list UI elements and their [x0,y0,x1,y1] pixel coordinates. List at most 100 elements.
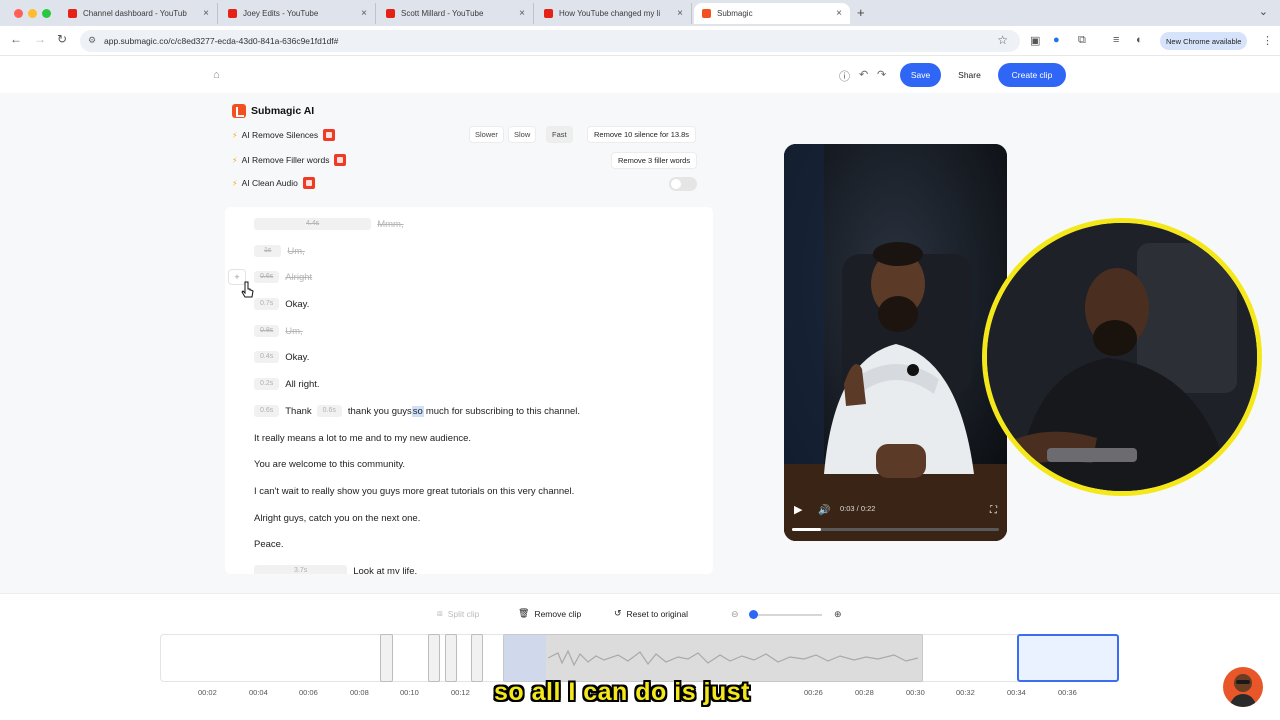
close-tab-icon[interactable]: × [519,8,525,19]
transcript-line[interactable]: 3.7s Look at my life. [254,564,417,574]
close-tab-icon[interactable]: × [203,8,209,19]
clean-audio-toggle[interactable] [669,177,697,191]
transcript-line[interactable]: 0.8s Um, [254,324,303,338]
browser-tab[interactable]: How YouTube changed my li × [536,3,692,24]
audio-waveform [548,649,918,667]
transcript-line[interactable]: 0.4s Okay. [254,350,309,364]
timeline-clip[interactable] [428,634,440,682]
zoom-slider[interactable] [752,614,822,616]
speed-option-fast[interactable]: Fast [546,126,573,143]
end-clip[interactable] [1017,634,1119,682]
close-tab-icon[interactable]: × [677,8,683,19]
time-tick: 00:10 [400,688,419,697]
video-preview[interactable]: ▶ 🔊 0:03 / 0:22 ⛶ [784,144,1007,541]
url-text: app.submagic.co/c/c8ed3277-ecda-43d0-841… [104,36,339,46]
new-tab-icon[interactable]: + [857,5,865,20]
forward-icon[interactable]: → [34,32,46,46]
chrome-menu-icon[interactable]: ⋮ [1262,34,1273,47]
close-window-button[interactable] [14,9,23,18]
address-bar[interactable]: ⚙ app.submagic.co/c/c8ed3277-ecda-43d0-8… [80,30,1020,52]
redo-icon[interactable]: ↷ [877,68,886,81]
home-icon[interactable]: ⌂ [213,69,220,81]
back-icon[interactable]: ← [10,32,22,46]
create-clip-button[interactable]: Create clip [998,63,1066,87]
pause-chip[interactable]: 0.6s [254,405,280,417]
zoom-in-icon[interactable]: ⊕ [834,609,842,620]
undo-icon[interactable]: ↶ [859,68,868,81]
close-tab-icon[interactable]: × [836,8,842,19]
speed-option-slow[interactable]: Slow [508,126,537,143]
transcript-line[interactable]: Alright guys, catch you on the next one. [254,511,420,525]
pause-chip[interactable]: 0.7s [254,298,280,310]
submagic-icon [702,9,711,18]
remove-silence-button[interactable]: Remove 10 silence for 13.8s [587,126,697,143]
time-tick: 00:12 [451,688,470,697]
time-tick: 00:32 [956,688,975,697]
transcript-line[interactable]: I can't wait to really show you guys mor… [254,484,574,498]
browser-toolbar: ← → ↻ ⚙ app.submagic.co/c/c8ed3277-ecda-… [0,26,1280,56]
minimize-window-button[interactable] [28,9,37,18]
transcript-line[interactable]: 0.7s Okay. [254,297,309,311]
transcript-line[interactable]: 4.4s Mmm, [254,217,404,231]
pause-chip[interactable]: 0.8s [254,325,280,337]
bookmark-star-icon[interactable]: ☆ [997,33,1008,47]
speed-option-slower[interactable]: Slower [469,126,504,143]
pause-chip[interactable]: 0.2s [254,378,280,390]
zoom-out-icon[interactable]: ⊖ [731,609,739,620]
time-tick: 00:06 [299,688,318,697]
ai-remove-silences-row: ⚡ AI Remove Silences [232,129,336,141]
extension-icon[interactable]: ▣ [1030,34,1040,47]
timeline-clip[interactable] [471,634,483,682]
timeline-clip[interactable] [445,634,457,682]
zoom-slider-handle[interactable] [749,610,758,619]
browser-tab-active[interactable]: Submagic × [694,3,850,24]
puzzle-icon[interactable]: ⧉ [1078,34,1086,47]
pause-chip[interactable]: 0.4s [254,351,280,363]
record-badge-icon [323,129,336,141]
chrome-update-button[interactable]: New Chrome available [1160,32,1248,50]
remove-filler-button[interactable]: Remove 3 filler words [611,152,698,169]
highlighted-word[interactable]: so [411,405,424,417]
browser-tab[interactable]: Scott Millard - YouTube × [378,3,534,24]
pause-chip[interactable]: 1s [254,245,282,257]
transcript-line[interactable]: Peace. [254,537,284,551]
support-avatar[interactable] [1223,667,1263,707]
pause-chip[interactable]: 0.6s [254,271,280,283]
lightning-icon: ⚡ [232,155,238,165]
tab-search-icon[interactable]: ⌄ [1259,5,1268,18]
help-icon[interactable]: ⓘ [839,68,850,84]
profile-icon[interactable]: ◐ [1136,34,1143,46]
playhead-region [504,635,546,681]
close-tab-icon[interactable]: × [361,8,367,19]
play-icon[interactable]: ▶ [794,503,802,516]
facecam-frame [987,223,1257,491]
fullscreen-icon[interactable]: ⛶ [990,505,997,516]
pause-chip[interactable]: 0.6s [316,405,342,417]
volume-icon[interactable]: 🔊 [818,505,830,516]
browser-tab[interactable]: Channel dashboard - YouTub × [60,3,218,24]
transcript-line[interactable]: 0.2s All right. [254,377,320,391]
remove-clip-button[interactable]: 🗑 Remove clip [518,608,581,619]
pause-chip[interactable]: 3.7s [254,565,348,574]
media-icon[interactable]: ≡ [1113,34,1119,46]
reset-to-original-button[interactable]: ↺ Reset to original [614,608,688,619]
transcript-line[interactable]: 0.6s Alright [254,270,312,284]
time-tick: 00:28 [855,688,874,697]
timeline-clip[interactable] [380,634,393,682]
share-button[interactable]: Share [952,63,987,87]
browser-tab[interactable]: Joey Edits - YouTube × [220,3,376,24]
reload-icon[interactable]: ↻ [57,32,67,46]
site-info-icon[interactable]: ⚙ [88,35,96,46]
extension-icon[interactable]: ● [1053,34,1060,46]
youtube-icon [544,9,553,18]
transcript-line[interactable]: 1s Um, [254,244,305,258]
save-button[interactable]: Save [900,63,941,87]
transcript-line[interactable]: You are welcome to this community. [254,457,405,471]
video-progress-track[interactable] [792,528,999,531]
split-clip-button[interactable]: ⧈ Split clip [437,608,479,619]
split-icon: ⧈ [437,608,443,618]
pause-chip[interactable]: 4.4s [254,218,372,230]
transcript-line[interactable]: 0.6s Thank 0.6s thank you guys so much f… [254,404,580,418]
transcript-line[interactable]: It really means a lot to me and to my ne… [254,431,471,445]
maximize-window-button[interactable] [42,9,51,18]
